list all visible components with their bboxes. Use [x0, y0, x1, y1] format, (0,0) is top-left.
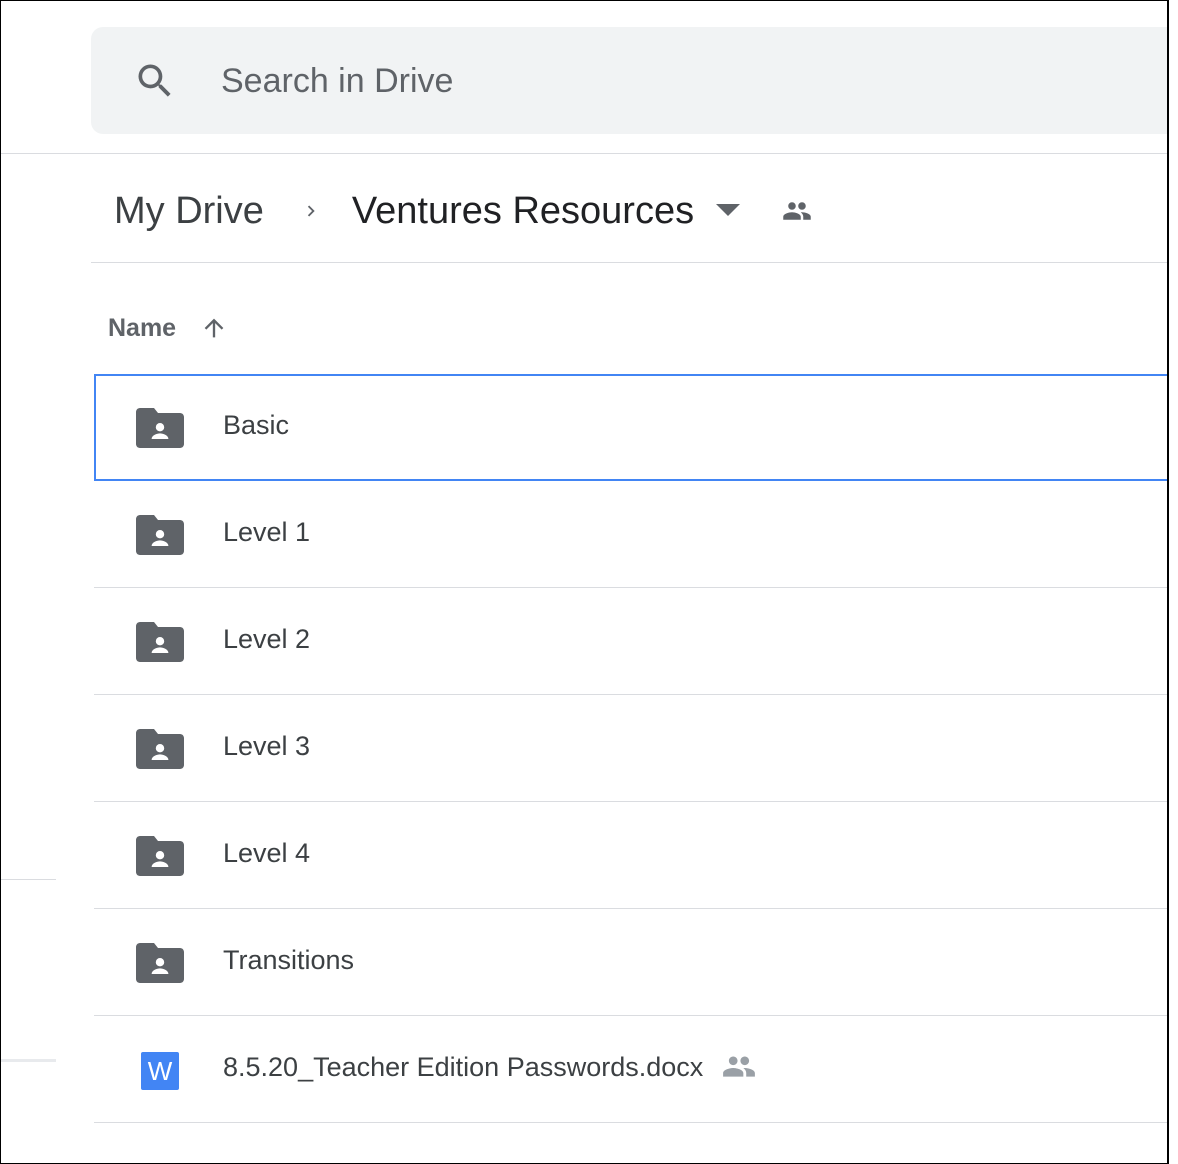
- file-name: Level 4: [223, 838, 311, 868]
- shared-folder-icon: [136, 408, 184, 448]
- file-name: 8.5.20_Teacher Edition Passwords.docx: [223, 1052, 704, 1082]
- file-name: Transitions: [223, 945, 355, 975]
- caret-down-icon[interactable]: [716, 204, 741, 218]
- breadcrumb: My Drive Ventures Resources: [114, 185, 816, 237]
- name-column-label: Name: [108, 313, 177, 342]
- chevron-right-icon: [307, 205, 315, 217]
- file-row[interactable]: W 8.5.20_Teacher Edition Passwords.docx: [94, 1016, 1167, 1123]
- name-column-header[interactable]: Name: [108, 313, 228, 343]
- file-row[interactable]: Level 4: [94, 802, 1167, 909]
- file-name-wrap: 8.5.20_Teacher Edition Passwords.docx: [223, 1052, 757, 1083]
- shared-people-icon: [723, 1055, 756, 1077]
- file-name: Level 1: [223, 517, 311, 547]
- shared-folder-icon: [136, 943, 184, 983]
- file-row[interactable]: Basic: [94, 374, 1167, 481]
- header-divider: [91, 262, 1167, 263]
- file-name: Level 3: [223, 731, 311, 761]
- shared-folder-icon: [136, 729, 184, 769]
- file-row[interactable]: Level 1: [94, 481, 1167, 588]
- file-row[interactable]: Level 3: [94, 695, 1167, 802]
- file-row[interactable]: Transitions: [94, 909, 1167, 1016]
- shared-people-icon: [783, 202, 811, 220]
- drive-window: My Drive Ventures Resources Name Basic: [0, 0, 1169, 1164]
- breadcrumb-current-folder[interactable]: Ventures Resources: [352, 190, 694, 233]
- file-name: Basic: [223, 410, 290, 440]
- file-row[interactable]: Level 2: [94, 588, 1167, 695]
- shared-folder-icon: [136, 515, 184, 555]
- file-list: Basic Level 1 Level 2 Level 3 Level 4 Tr…: [94, 374, 1167, 1123]
- toolbar-divider: [1, 153, 1167, 154]
- sidebar-storage-bar: [1, 1059, 56, 1062]
- word-doc-icon: W: [141, 1052, 179, 1090]
- shared-folder-icon: [136, 836, 184, 876]
- search-input[interactable]: [221, 57, 1121, 105]
- arrow-up-icon[interactable]: [200, 313, 228, 343]
- shared-folder-icon: [136, 622, 184, 662]
- sidebar-divider: [1, 879, 56, 880]
- breadcrumb-my-drive[interactable]: My Drive: [114, 190, 264, 233]
- file-name: Level 2: [223, 624, 311, 654]
- search-icon[interactable]: [133, 59, 177, 103]
